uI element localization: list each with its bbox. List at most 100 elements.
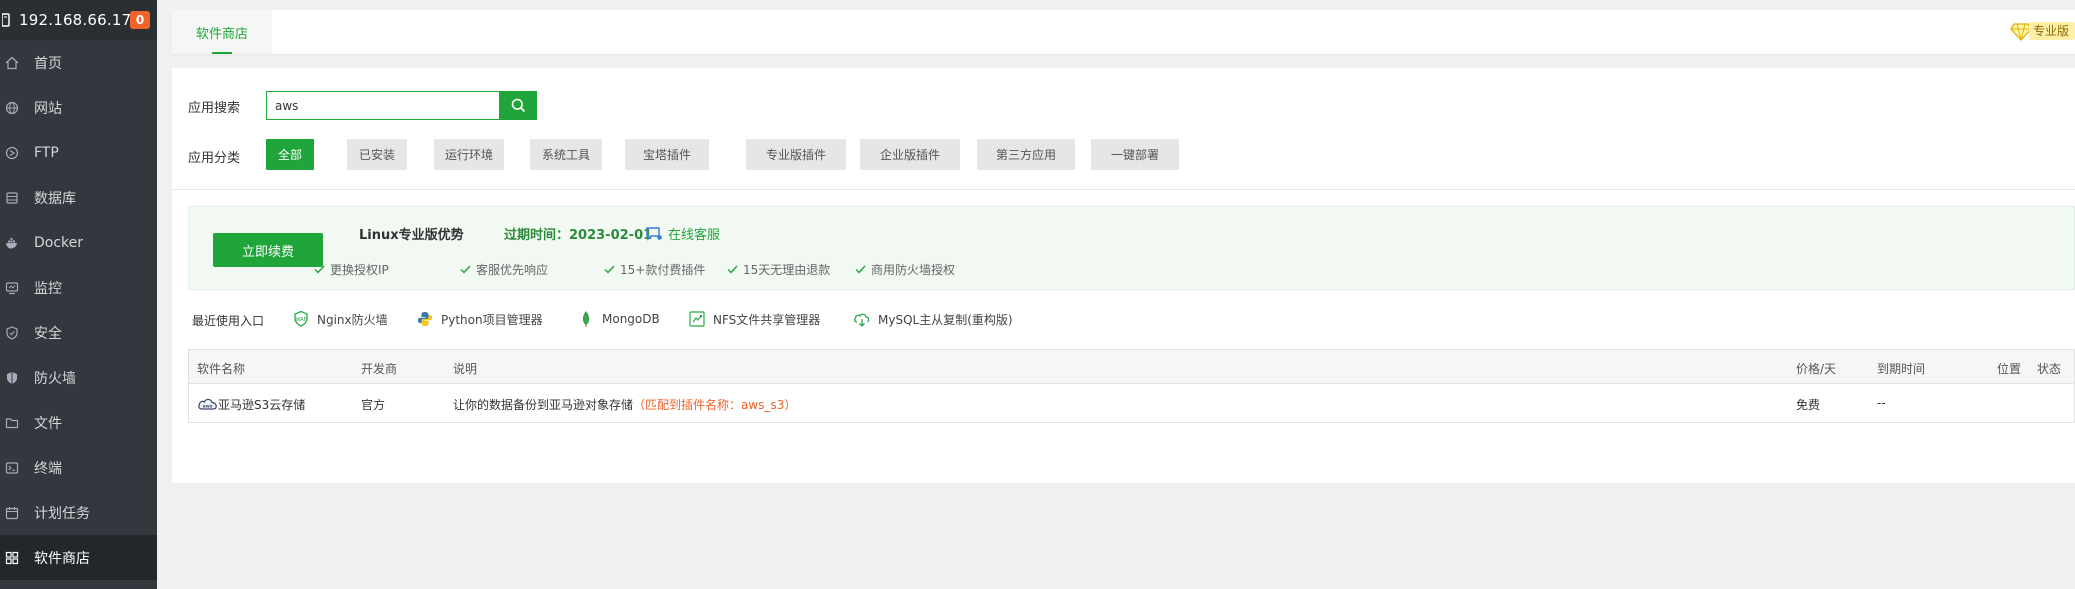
column-header-expire: 到期时间 [1877,362,1926,376]
sidebar-item-app-store[interactable]: 软件商店 [0,535,157,580]
globe-icon [4,100,20,116]
check-icon [604,265,615,274]
top-tab-bar: 软件商店 专业版 [172,10,2075,54]
tab-label: 软件商店 [195,26,248,42]
mongodb-icon [577,310,595,328]
sidebar-item-database[interactable]: 数据库 [0,175,157,220]
grid-icon [4,550,20,566]
software-expire: -- [1877,396,1886,410]
sidebar-item-ftp[interactable]: FTP [0,130,157,175]
aws-s3-icon: aws [197,395,219,413]
category-pro-plugins-button[interactable]: 专业版插件 [746,139,846,170]
sidebar-item-firewall[interactable]: 防火墙 [0,355,157,400]
recent-item-mongodb[interactable]: MongoDB [577,308,660,330]
sidebar-item-terminal[interactable]: 终端 [0,445,157,490]
feature-label: 15+款付费插件 [620,263,706,277]
category-one-click-deploy-button[interactable]: 一键部署 [1091,139,1179,170]
sidebar-item-files[interactable]: 文件 [0,400,157,445]
software-name: 亚马逊S3云存储 [218,398,306,412]
category-bt-plugins-button[interactable]: 宝塔插件 [625,139,709,170]
feature-item: 商用防火墙授权 [855,261,955,278]
shield-icon [4,325,20,341]
recent-item-label: Python项目管理器 [441,312,543,327]
table-row[interactable]: aws 亚马逊S3云存储 官方 让你的数据备份到亚马逊对象存储（匹配到插件名称：… [189,385,2074,423]
search-icon [511,98,525,113]
renew-button[interactable]: 立即续费 [213,233,323,267]
category-runtime-button[interactable]: 运行环境 [434,139,504,170]
sidebar-item-website[interactable]: 网站 [0,85,157,130]
sidebar-menu: 首页 网站 FTP 数据库 Docker 监控 安全 防火墙 文件 终端 计划任… [0,40,157,580]
expire-date: 过期时间：2023-02-01 [504,228,653,243]
column-header-position: 位置 [1997,362,2022,376]
sidebar-item-home[interactable]: 首页 [0,40,157,85]
recent-item-python-manager[interactable]: Python项目管理器 [416,308,543,330]
sidebar-item-label: FTP [34,144,59,161]
recent-item-label: Nginx防火墙 [317,312,388,327]
search-input[interactable] [267,92,500,119]
sidebar-item-security[interactable]: 安全 [0,310,157,355]
terminal-icon [4,460,20,476]
description-text: 让你的数据备份到亚马逊对象存储 [453,398,634,412]
server-icon [1,13,10,27]
feature-item: 15+款付费插件 [604,261,705,278]
sidebar-item-label: 数据库 [34,190,76,207]
ftp-icon [4,145,20,161]
recent-item-label: MongoDB [602,312,660,326]
feature-item: 客服优先响应 [460,261,548,278]
sidebar-item-label: 软件商店 [34,550,90,567]
server-ip: 192.168.66.172 [19,11,142,29]
search-label: 应用搜索 [188,101,241,116]
feature-label: 商用防火墙授权 [871,263,956,277]
software-description: 让你的数据备份到亚马逊对象存储（匹配到插件名称：aws_s3） [453,396,796,413]
tab-active-indicator [212,52,232,54]
sidebar-item-label: 计划任务 [34,505,90,522]
database-icon [4,190,20,206]
category-installed-button[interactable]: 已安装 [347,139,407,170]
category-all-button[interactable]: 全部 [266,139,314,170]
check-icon [460,265,471,274]
pro-edition-badge[interactable]: 专业版 [2009,20,2075,42]
feature-label: 15天无理由退款 [743,263,831,277]
column-header-description: 说明 [453,362,478,376]
recent-item-nginx-firewall[interactable]: WAF Nginx防火墙 [292,308,388,330]
server-header: 192.168.66.172 0 [0,0,157,40]
recent-item-mysql-replication[interactable]: MySQL主从复制(重构版) [853,308,1013,330]
software-table: 软件名称 开发商 说明 价格/天 到期时间 位置 状态 aws 亚马逊S3云存储… [188,349,2075,423]
column-header-name: 软件名称 [197,362,246,376]
sidebar-item-label: 安全 [34,325,62,342]
sidebar: 192.168.66.172 0 首页 网站 FTP 数据库 Docker 监控 [0,0,157,589]
sidebar-item-cron[interactable]: 计划任务 [0,490,157,535]
category-enterprise-plugins-button[interactable]: 企业版插件 [860,139,960,170]
category-third-party-button[interactable]: 第三方应用 [977,139,1075,170]
svg-text:aws: aws [203,405,213,410]
sidebar-item-monitor[interactable]: 监控 [0,265,157,310]
search-button[interactable] [499,91,537,120]
feature-item: 15天无理由退款 [727,261,830,278]
promo-title: Linux专业版优势 [359,228,464,243]
notification-badge[interactable]: 0 [130,11,150,29]
sidebar-item-label: Docker [34,234,84,251]
recent-entries-label: 最近使用入口 [192,314,265,328]
sidebar-item-docker[interactable]: Docker [0,220,157,265]
check-icon [314,265,325,274]
category-system-tools-button[interactable]: 系统工具 [530,139,602,170]
nginx-firewall-icon: WAF [292,310,310,328]
docker-icon [4,235,20,251]
table-header: 软件名称 开发商 说明 价格/天 到期时间 位置 状态 [189,350,2074,384]
tab-app-store[interactable]: 软件商店 [172,10,272,54]
software-developer: 官方 [361,398,386,412]
python-icon [416,310,434,328]
software-price: 免费 [1796,398,1821,412]
recent-item-nfs-manager[interactable]: NFS文件共享管理器 [688,308,820,330]
sidebar-item-label: 监控 [34,280,62,297]
sidebar-item-label: 网站 [34,100,62,117]
section-divider [172,189,2075,190]
mysql-replication-icon [853,310,871,328]
search-field-wrapper [266,91,500,120]
match-hint: （匹配到插件名称：aws_s3） [633,398,797,412]
online-service-link[interactable]: 在线客服 [645,224,720,243]
sidebar-item-label: 终端 [34,460,62,477]
column-header-status: 状态 [2037,362,2062,376]
svg-text:WAF: WAF [296,317,307,323]
pro-edition-label: 专业版 [2028,22,2075,40]
